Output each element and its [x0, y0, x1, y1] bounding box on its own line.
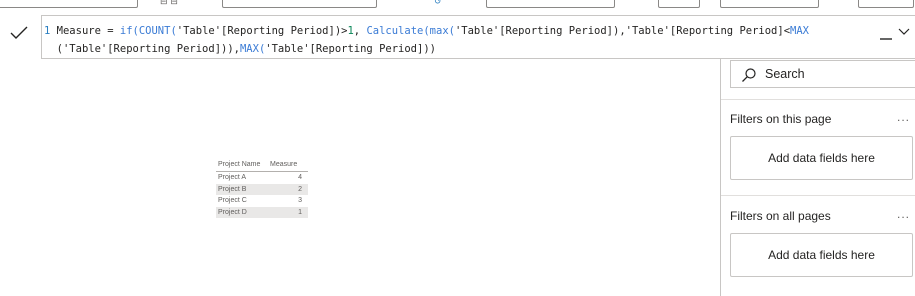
code-function: MAX(: [239, 43, 266, 55]
undo-icon[interactable]: ↺: [434, 0, 442, 7]
column-header-measure[interactable]: Measure: [270, 161, 306, 168]
ribbon-box[interactable]: [0, 0, 138, 8]
ribbon-box[interactable]: [222, 0, 377, 8]
code-function: max(: [429, 25, 455, 37]
table-row: Project D 1: [216, 206, 308, 218]
ribbon-box[interactable]: [486, 0, 615, 8]
cell-measure: 3: [298, 197, 302, 205]
more-options-icon[interactable]: ...: [897, 207, 910, 221]
cell-measure: 2: [298, 185, 302, 193]
search-icon: [742, 68, 756, 82]
ribbon-icons[interactable]: ⊟ ⊟: [160, 0, 178, 7]
dax-code[interactable]: 1 Measure = if(COUNT('Table'[Reporting P…: [44, 22, 874, 58]
code-token: 'Table'[Reporting Period])>: [176, 25, 348, 37]
code-function: Calculate(: [366, 25, 430, 37]
this-page-drop-zone[interactable]: Add data fields here: [730, 136, 913, 180]
column-header-project-name[interactable]: Project Name: [216, 161, 270, 168]
commit-check-button[interactable]: [0, 18, 38, 48]
collapse-icon[interactable]: [879, 28, 893, 42]
formula-editor[interactable]: 1 Measure = if(COUNT('Table'[Reporting P…: [41, 15, 915, 59]
cell-project-name: Project C: [218, 197, 247, 205]
drop-zone-label: Add data fields here: [768, 151, 875, 165]
cell-project-name: Project A: [218, 174, 247, 182]
filters-pane: Search Filters on this page ... Add data…: [720, 59, 915, 296]
table-row: Project C 3: [216, 195, 308, 207]
ribbon-box[interactable]: [658, 0, 700, 8]
filter-search-input[interactable]: Search: [730, 60, 915, 88]
code-token: 'Table'[Reporting Period]),'Table'[Repor…: [454, 25, 791, 37]
code-token: ,: [353, 25, 367, 37]
divider: [721, 195, 915, 196]
all-pages-drop-zone[interactable]: Add data fields here: [730, 233, 913, 277]
chevron-down-icon[interactable]: [897, 25, 911, 39]
cell-measure: 4: [298, 174, 302, 182]
table-visual[interactable]: Project Name Measure Project A 4 Project…: [216, 157, 308, 218]
cell-measure: 1: [298, 208, 302, 216]
table-row: Project A 4: [216, 172, 308, 184]
code-function: COUNT(: [138, 25, 177, 37]
filters-on-this-page-title: Filters on this page: [730, 112, 832, 126]
more-options-icon[interactable]: ...: [897, 110, 910, 124]
divider: [721, 99, 915, 100]
code-token: ('Table'[Reporting Period])),: [56, 43, 240, 55]
table-header: Project Name Measure: [216, 157, 308, 172]
code-token: 'Table'[Reporting Period])): [265, 43, 436, 55]
ribbon-box[interactable]: [720, 0, 819, 8]
cell-project-name: Project D: [218, 208, 247, 216]
table-row: Project B 2: [216, 183, 308, 195]
search-placeholder: Search: [765, 67, 805, 81]
cell-project-name: Project B: [218, 185, 247, 193]
drop-zone-label: Add data fields here: [768, 248, 875, 262]
code-token: Measure =: [56, 25, 120, 37]
ribbon-strip: ⊟ ⊟ ↺: [0, 0, 915, 8]
filters-on-all-pages-title: Filters on all pages: [730, 209, 831, 223]
code-function: if(: [119, 25, 139, 37]
ribbon-box[interactable]: [858, 0, 914, 8]
line-number: 1: [44, 25, 51, 37]
code-function: MAX: [790, 25, 809, 37]
check-icon: [10, 26, 28, 39]
